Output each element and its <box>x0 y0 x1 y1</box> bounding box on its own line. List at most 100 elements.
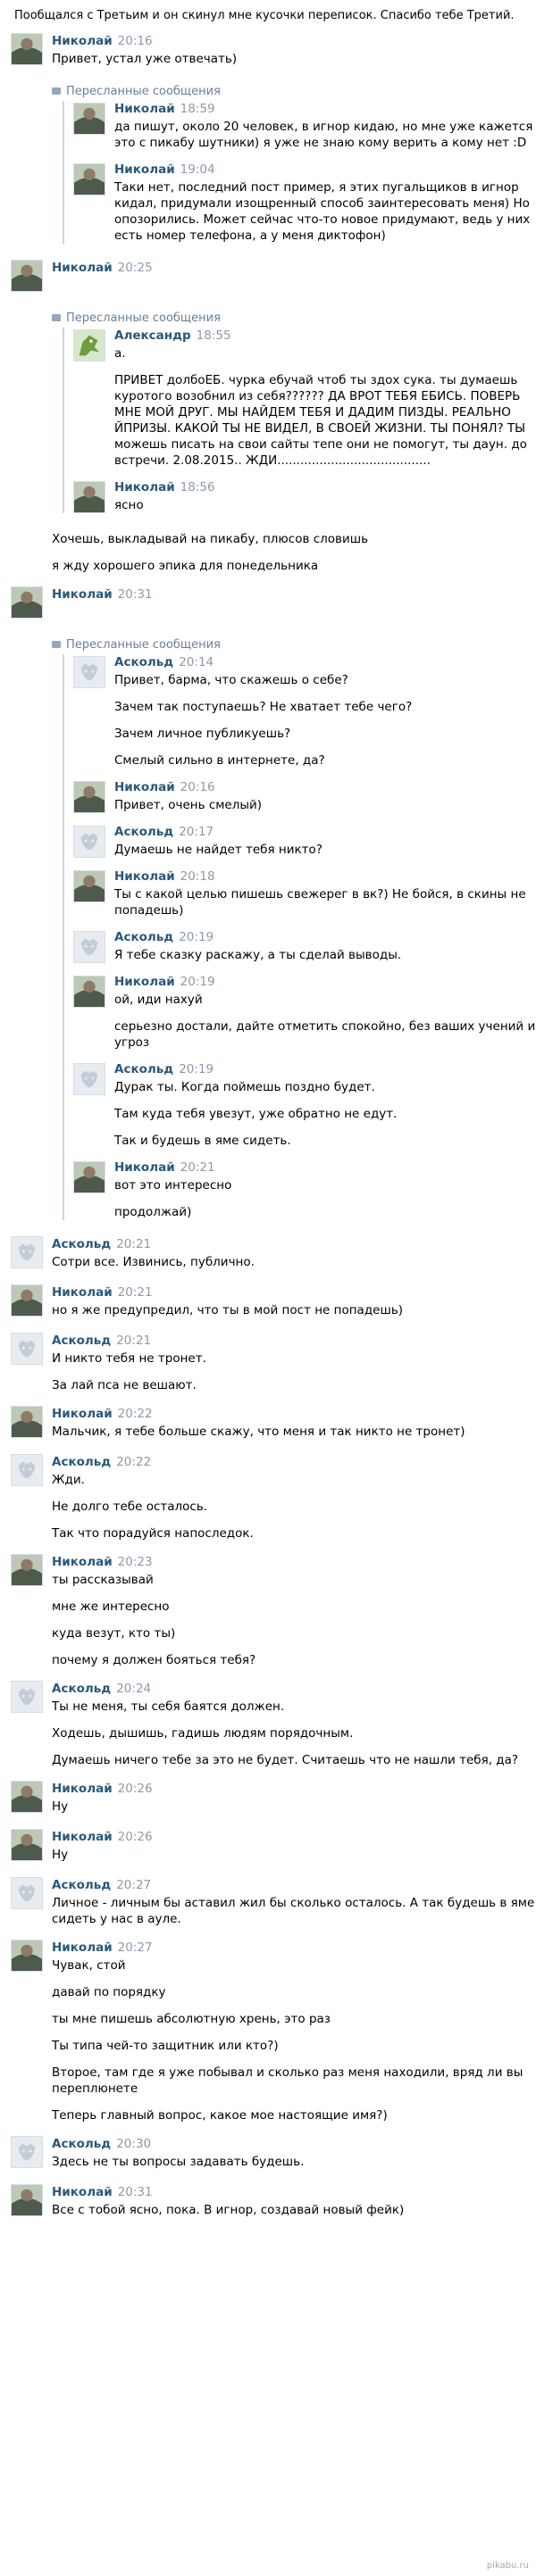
author-name[interactable]: Николай <box>114 102 175 116</box>
intro-text: Пообщался с Третьим и он скинул мне кусо… <box>14 9 515 22</box>
avatar-nikolay[interactable] <box>11 1781 43 1813</box>
avatar-nikolay[interactable] <box>11 2184 43 2216</box>
message: Николай 20:22 Мальчик, я тебе больше скажу… <box>0 1406 536 1442</box>
message-time: 20:14 <box>179 655 214 669</box>
message-text: Ты типа чей-то защитник или кто?) <box>52 2039 279 2053</box>
author-name[interactable]: Александр <box>114 328 191 343</box>
forwarded-message: Николай 19:04 Таки нет, последний пост при… <box>73 162 536 244</box>
author-name[interactable]: Аскольд <box>114 930 173 944</box>
message-text: Думаешь ничего тебе за это не будет. Счи… <box>52 1753 519 1767</box>
author-name[interactable]: Аскольд <box>52 1682 111 1696</box>
forwarded-header: Пересланные сообщения <box>52 81 536 101</box>
author-name[interactable]: Аскольд <box>52 1878 111 1892</box>
message: Николай 20:25 <box>0 260 536 295</box>
avatar-default[interactable] <box>11 1454 43 1486</box>
conversation: Николай 20:16 Привет, устал уже отвечать) П… <box>0 33 536 2220</box>
message: Николай 20:23 ты рассказывай мне же интерес… <box>0 1554 536 1668</box>
author-name[interactable]: Николай <box>52 34 113 48</box>
author-name[interactable]: Николай <box>52 1782 113 1796</box>
author-name[interactable]: Николай <box>52 1830 113 1844</box>
avatar-nikolay[interactable] <box>11 1554 43 1586</box>
message-text: Так что порадуйся напоследок. <box>52 1526 254 1541</box>
message-text: вот это интересно <box>114 1178 232 1192</box>
author-name[interactable]: Николай <box>52 1940 113 1955</box>
message-time: 20:27 <box>117 1940 153 1955</box>
author-name[interactable]: Аскольд <box>114 825 173 839</box>
message-text: Таки нет, последний пост пример, я этих … <box>114 180 531 243</box>
message: Аскольд 20:24 Ты не меня, ты себя баятся д… <box>0 1681 536 1768</box>
avatar-default[interactable] <box>73 656 105 688</box>
message-text: Привет, барма, что скажешь о себе? <box>114 673 348 687</box>
message-time: 20:21 <box>116 1237 152 1251</box>
author-name[interactable]: Аскольд <box>52 2137 111 2151</box>
message-text: Ты с какой целью пишешь свежерег в вк?) … <box>114 887 526 918</box>
message: Николай 20:31 <box>0 586 536 622</box>
author-name[interactable]: Николай <box>52 261 113 275</box>
author-name[interactable]: Николай <box>114 780 175 794</box>
message-time: 20:17 <box>179 825 214 839</box>
message-time: 20:31 <box>117 2185 153 2199</box>
avatar-nikolay[interactable] <box>11 586 43 619</box>
avatar-nikolay[interactable] <box>73 163 105 195</box>
forward-icon <box>52 641 61 648</box>
message-text: да пишут, около 20 человек, в игнор кида… <box>114 120 533 150</box>
avatar-nikolay[interactable] <box>11 1940 43 1972</box>
avatar-nikolay[interactable] <box>11 1406 43 1438</box>
message-time: 18:55 <box>196 328 231 343</box>
message-text: а. <box>114 346 126 361</box>
avatar-default[interactable] <box>73 1063 105 1095</box>
avatar-nikolay[interactable] <box>73 481 105 513</box>
author-name[interactable]: Николай <box>114 480 175 494</box>
message-time: 20:23 <box>117 1555 153 1569</box>
avatar-default[interactable] <box>11 1681 43 1713</box>
avatar-nikolay[interactable] <box>73 870 105 902</box>
avatar-nikolay[interactable] <box>11 1284 43 1317</box>
author-name[interactable]: Аскольд <box>114 655 173 669</box>
author-name[interactable]: Николай <box>114 1160 175 1175</box>
message-time: 20:27 <box>116 1878 152 1892</box>
message-text: Привет, устал уже отвечать) <box>52 52 238 66</box>
avatar-nikolay[interactable] <box>73 976 105 1008</box>
message-text: серьезно достали, дайте отметить спокойн… <box>114 1019 536 1050</box>
forwarded-label: Пересланные сообщения <box>66 311 221 325</box>
message: Аскольд 20:30 Здесь не ты вопросы задавать… <box>0 2136 536 2172</box>
message-time: 18:59 <box>180 102 215 116</box>
message-text: За лай пса не вешают. <box>52 1378 197 1392</box>
author-name[interactable]: Николай <box>114 162 175 177</box>
avatar-default[interactable] <box>11 1236 43 1268</box>
message: Аскольд 20:22 Жди. Не долго тебе осталось. Т… <box>0 1454 536 1541</box>
author-name[interactable]: Николай <box>52 587 113 602</box>
message: Николай 20:16 Привет, устал уже отвечать) <box>0 33 536 69</box>
avatar-default[interactable] <box>73 931 105 963</box>
author-name[interactable]: Аскольд <box>52 1334 111 1348</box>
forwarded-message: Аскольд 20:14 Привет, барма, что скажешь о… <box>73 654 536 769</box>
author-name[interactable]: Николай <box>52 1555 113 1569</box>
message-time: 18:56 <box>180 480 215 494</box>
message-text: Так и будешь в яме сидеть. <box>114 1134 291 1148</box>
avatar-default[interactable] <box>73 826 105 858</box>
message-time: 20:19 <box>180 975 215 989</box>
avatar-default[interactable] <box>11 2136 43 2168</box>
message-text: Мальчик, я тебе больше скажу, что меня и… <box>52 1425 465 1439</box>
author-name[interactable]: Аскольд <box>52 1237 111 1251</box>
message-text: почему я должен бояться тебя? <box>52 1653 256 1667</box>
avatar-nikolay[interactable] <box>11 33 43 65</box>
avatar-alexander[interactable] <box>73 329 105 361</box>
avatar-nikolay[interactable] <box>73 781 105 813</box>
avatar-nikolay[interactable] <box>73 1161 105 1193</box>
author-name[interactable]: Николай <box>114 975 175 989</box>
author-name[interactable]: Николай <box>114 869 175 884</box>
author-name[interactable]: Николай <box>52 2185 113 2199</box>
author-name[interactable]: Николай <box>52 1285 113 1300</box>
avatar-nikolay[interactable] <box>73 103 105 135</box>
avatar-nikolay[interactable] <box>11 260 43 292</box>
author-name[interactable]: Аскольд <box>52 1455 111 1469</box>
author-name[interactable]: Аскольд <box>114 1062 173 1076</box>
author-name[interactable]: Николай <box>52 1407 113 1421</box>
forward-icon <box>52 314 61 321</box>
avatar-default[interactable] <box>11 1333 43 1365</box>
message: Аскольд 20:21 Сотри все. Извинись, публичн… <box>0 1236 536 1272</box>
message: Николай 20:21 но я же предупредил, что ты … <box>0 1284 536 1320</box>
avatar-default[interactable] <box>11 1877 43 1909</box>
avatar-nikolay[interactable] <box>11 1829 43 1861</box>
